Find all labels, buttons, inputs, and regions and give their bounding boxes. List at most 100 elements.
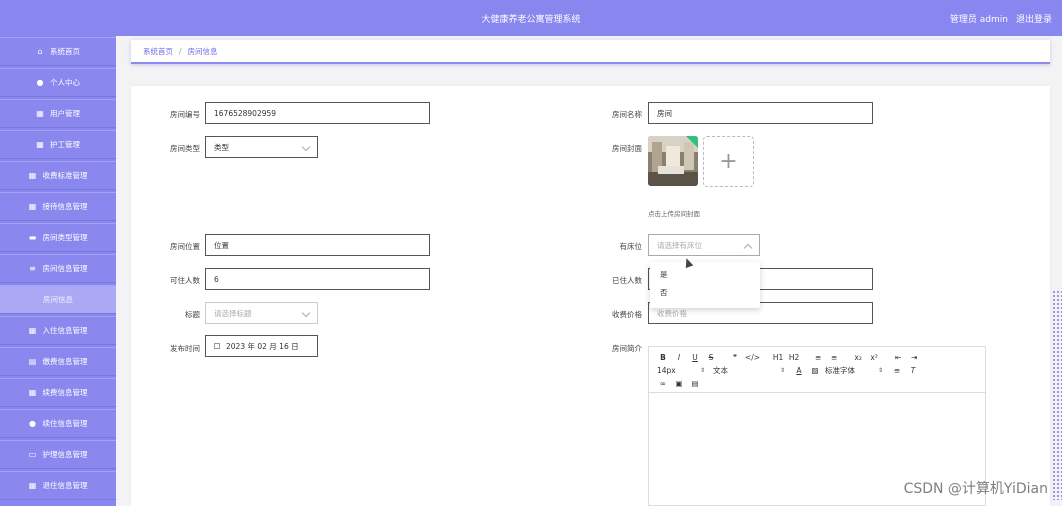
has-bed-dropdown: 是 否 bbox=[650, 262, 760, 308]
sidebar-item-room-info-manage[interactable]: ≡ 房间信息管理 bbox=[0, 254, 116, 283]
location-label: 房间位置 bbox=[170, 242, 200, 251]
breadcrumb-current: 房间信息 bbox=[187, 46, 218, 56]
h2-button[interactable]: H2 bbox=[788, 353, 800, 362]
sidebar-item-profile[interactable]: ● 个人中心 bbox=[0, 68, 116, 97]
sidebar-item-checkout[interactable]: ▦ 退住信息管理 bbox=[0, 471, 116, 500]
image-icon[interactable]: ▣ bbox=[673, 379, 685, 388]
block-format-value: 文本 bbox=[713, 366, 728, 375]
chevron-down-icon bbox=[301, 142, 311, 152]
table-icon: ▤ bbox=[28, 356, 37, 366]
chevron-up-icon bbox=[743, 243, 753, 253]
has-bed-placeholder: 请选择有床位 bbox=[657, 240, 702, 250]
room-name-label: 房间名称 bbox=[612, 110, 642, 119]
tag-placeholder: 请选择标题 bbox=[214, 308, 252, 318]
indent-button[interactable]: ⇥ bbox=[908, 353, 920, 362]
has-bed-select[interactable]: 请选择有床位 bbox=[648, 234, 760, 256]
user-area: 管理员 admin 退出登录 bbox=[950, 12, 1052, 25]
sidebar-item-renewal[interactable]: ▦ 续费信息管理 bbox=[0, 378, 116, 407]
link-icon[interactable]: ∞ bbox=[657, 379, 669, 388]
room-no-input[interactable]: 1676528902959 bbox=[205, 102, 430, 124]
updown-icon: ⇕ bbox=[877, 367, 883, 374]
has-bed-option-yes[interactable]: 是 bbox=[650, 266, 760, 284]
updown-icon: ⇕ bbox=[779, 367, 785, 374]
grid-icon: ▦ bbox=[28, 325, 37, 335]
background-color-icon[interactable]: ▨ bbox=[809, 366, 821, 375]
superscript-button[interactable]: x² bbox=[868, 353, 880, 362]
sidebar-item-reception[interactable]: ▦ 接待信息管理 bbox=[0, 192, 116, 221]
grid-icon: ▦ bbox=[28, 387, 37, 397]
sidebar-item-label: 房间信息管理 bbox=[42, 264, 88, 273]
sidebar-item-room-types[interactable]: ▬ 房间类型管理 bbox=[0, 223, 116, 252]
calendar-icon bbox=[214, 343, 220, 349]
breadcrumb-separator: / bbox=[179, 46, 182, 56]
updown-icon: ⇕ bbox=[699, 367, 705, 374]
font-size-select[interactable]: 14px ⇕ bbox=[657, 366, 709, 375]
grid-icon: ▦ bbox=[36, 108, 44, 118]
bold-button[interactable]: B bbox=[657, 353, 669, 362]
bullet-list-button[interactable]: ≡ bbox=[828, 353, 840, 362]
watermark: CSDN @计算机YiDian bbox=[903, 481, 1048, 497]
room-name-input[interactable]: 房间 bbox=[648, 102, 873, 124]
align-icon[interactable]: ≡ bbox=[891, 366, 903, 375]
bag-icon: ▬ bbox=[28, 232, 37, 242]
font-size-value: 14px bbox=[657, 366, 676, 375]
has-bed-option-no[interactable]: 否 bbox=[650, 284, 760, 302]
subscript-button[interactable]: x₂ bbox=[852, 353, 864, 362]
location-input[interactable]: 位置 bbox=[205, 234, 430, 256]
italic-button[interactable]: I bbox=[673, 353, 685, 362]
sidebar-item-users[interactable]: ▦ 用户管理 bbox=[0, 99, 116, 128]
sidebar-item-label: 退住信息管理 bbox=[42, 481, 88, 490]
underline-button[interactable]: U bbox=[689, 353, 701, 362]
strike-button[interactable]: S bbox=[705, 353, 717, 362]
breadcrumb-home[interactable]: 系统首页 bbox=[143, 46, 173, 57]
cover-label: 房间封面 bbox=[612, 144, 642, 153]
sidebar-item-label: 接待信息管理 bbox=[42, 202, 88, 211]
sidebar-item-label: 缴费信息管理 bbox=[42, 357, 88, 366]
room-type-select[interactable]: 类型 bbox=[205, 136, 318, 158]
outdent-button[interactable]: ⇤ bbox=[892, 353, 904, 362]
sidebar-item-payment[interactable]: ▤ 缴费信息管理 bbox=[0, 347, 116, 376]
sidebar-item-label: 房间类型管理 bbox=[42, 233, 88, 242]
tag-label: 标题 bbox=[185, 310, 200, 319]
capacity-input[interactable]: 6 bbox=[205, 268, 430, 290]
top-header: 大健康养老公寓管理系统 管理员 admin 退出登录 bbox=[0, 0, 1062, 36]
grid-icon: ▦ bbox=[28, 201, 37, 211]
sidebar-item-label: 个人中心 bbox=[50, 78, 80, 87]
publish-time-picker[interactable]: 2023 年 02 月 16 日 bbox=[205, 335, 318, 357]
clear-format-icon[interactable]: T bbox=[907, 366, 919, 375]
font-family-select[interactable]: 标准字体 ⇕ bbox=[825, 365, 887, 376]
chevron-down-icon bbox=[301, 308, 311, 318]
quote-button[interactable]: ❞ bbox=[729, 353, 741, 362]
font-color-icon[interactable]: A bbox=[793, 366, 805, 375]
h1-button[interactable]: H1 bbox=[772, 353, 784, 362]
room-cover-thumbnail[interactable] bbox=[648, 136, 698, 186]
upload-cover-button[interactable]: + bbox=[703, 136, 754, 187]
sidebar-item-label: 续住信息管理 bbox=[42, 419, 88, 428]
list-icon: ≡ bbox=[29, 263, 36, 273]
sidebar-item-label: 收费标准管理 bbox=[42, 171, 88, 180]
code-button[interactable]: </> bbox=[745, 353, 760, 362]
ordered-list-button[interactable]: ≡ bbox=[812, 353, 824, 362]
intro-label: 房间简介 bbox=[612, 344, 642, 353]
room-type-label: 房间类型 bbox=[170, 144, 200, 153]
user-label[interactable]: 管理员 admin bbox=[950, 12, 1008, 25]
sidebar-item-nursing[interactable]: ▭ 护理信息管理 bbox=[0, 440, 116, 469]
sidebar-item-label: 系统首页 bbox=[50, 47, 80, 56]
sidebar-item-room-info[interactable]: 房间信息 bbox=[0, 285, 116, 314]
sidebar-item-caregivers[interactable]: ▦ 护工管理 bbox=[0, 130, 116, 159]
sidebar-item-label: 房间信息 bbox=[43, 295, 73, 304]
sidebar-item-extend-stay[interactable]: ● 续住信息管理 bbox=[0, 409, 116, 438]
block-format-select[interactable]: 文本 ⇕ bbox=[713, 365, 789, 376]
app-title: 大健康养老公寓管理系统 bbox=[481, 15, 581, 25]
video-icon[interactable]: ▤ bbox=[689, 379, 701, 388]
sidebar-item-home[interactable]: ⌂ 系统首页 bbox=[0, 37, 116, 66]
sidebar-item-fee-standards[interactable]: ▦ 收费标准管理 bbox=[0, 161, 116, 190]
publish-time-label: 发布时间 bbox=[170, 344, 200, 353]
publish-time-value: 2023 年 02 月 16 日 bbox=[226, 341, 299, 351]
breadcrumb: 系统首页 / 房间信息 bbox=[131, 40, 1050, 64]
monitor-icon: ▭ bbox=[28, 449, 37, 459]
sidebar-item-checkin[interactable]: ▦ 入住信息管理 bbox=[0, 316, 116, 345]
upload-hint: 点击上传房间封面 bbox=[648, 210, 700, 218]
tag-select[interactable]: 请选择标题 bbox=[205, 302, 318, 324]
logout-link[interactable]: 退出登录 bbox=[1016, 12, 1052, 25]
